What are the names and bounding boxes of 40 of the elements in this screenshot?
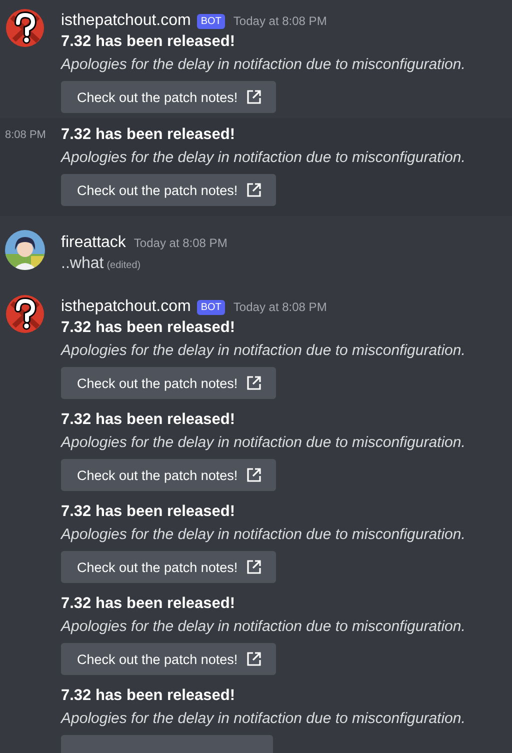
embed-title: 7.32 has been released! [61, 318, 236, 338]
embed-description: Apologies for the delay in notifaction due to misconfiguration. [61, 709, 466, 729]
user-avatar[interactable] [5, 230, 45, 270]
embed-description: Apologies for the delay in notifaction due to misconfiguration. [61, 433, 466, 453]
timestamp: Today at 8:08 PM [134, 236, 228, 250]
question-mark-avatar[interactable] [5, 294, 45, 334]
embed-title: 7.32 has been released! [61, 502, 236, 522]
patch-notes-button[interactable]: Check out the patch notes! [61, 174, 276, 206]
username[interactable]: fireattack [61, 234, 126, 252]
patch-notes-button[interactable]: Check out the patch notes! [61, 367, 276, 399]
embed-title: 7.32 has been released! [61, 125, 236, 145]
timestamp: 8:08 PM [5, 129, 46, 141]
bot-tag: BOT [196, 14, 226, 28]
bot-tag: BOT [196, 300, 226, 314]
external-link-icon [246, 182, 262, 198]
embed-description: Apologies for the delay in notifaction due to misconfiguration. [61, 525, 466, 545]
embed-title: 7.32 has been released! [61, 410, 236, 430]
embed-description: Apologies for the delay in notifaction due to misconfiguration. [61, 55, 466, 75]
external-link-icon [246, 375, 262, 391]
username[interactable]: isthepatchout.com [61, 298, 191, 316]
timestamp: Today at 8:08 PM [233, 14, 327, 28]
question-mark-avatar[interactable] [5, 8, 45, 48]
embed-description: Apologies for the delay in notifaction due to misconfiguration. [61, 617, 466, 637]
external-link-icon [246, 89, 262, 105]
external-link-icon [246, 559, 262, 575]
patch-notes-button[interactable]: Check out the patch notes! [61, 643, 276, 675]
embed-title: 7.32 has been released! [61, 686, 236, 706]
username[interactable]: isthepatchout.com [61, 12, 191, 30]
patch-notes-button[interactable]: Check out the patch notes! [61, 459, 276, 491]
external-link-icon [246, 467, 262, 483]
embed-description: Apologies for the delay in notifaction due to misconfiguration. [61, 341, 466, 361]
embed-title: 7.32 has been released! [61, 32, 236, 52]
patch-notes-button[interactable]: Check out the patch notes! [61, 81, 276, 113]
embed-description: Apologies for the delay in notifaction due to misconfiguration. [61, 148, 466, 168]
edited-label: (edited) [106, 260, 141, 271]
external-link-icon [246, 651, 262, 667]
timestamp: Today at 8:08 PM [233, 300, 327, 314]
embed-title: 7.32 has been released! [61, 594, 236, 614]
message-text: ..what [61, 254, 104, 274]
patch-notes-button[interactable]: Check out the patch notes! [61, 551, 276, 583]
